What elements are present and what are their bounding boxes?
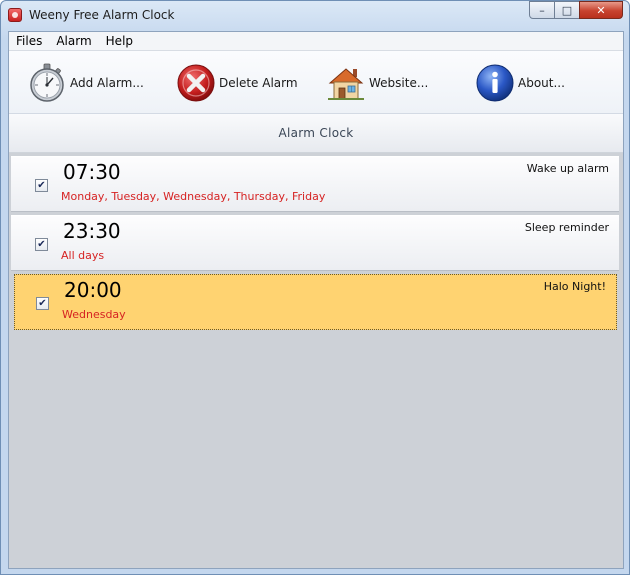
alarm-label: Halo Night!: [543, 280, 606, 293]
alarm-time: 07:30: [63, 160, 121, 184]
close-icon: ✕: [596, 3, 606, 17]
alarm-days: Wednesday: [62, 308, 126, 321]
house-icon: [326, 63, 366, 103]
about-label: About...: [518, 76, 565, 90]
delete-alarm-button[interactable]: Delete Alarm: [176, 62, 298, 104]
alarm-enabled-checkbox[interactable]: ✔: [36, 297, 49, 310]
section-header: Alarm Clock: [9, 114, 623, 153]
alarm-time: 20:00: [64, 278, 122, 302]
section-title: Alarm Clock: [278, 126, 354, 140]
menu-bar: Files Alarm Help: [9, 32, 623, 51]
app-icon[interactable]: [8, 8, 22, 22]
maximize-icon: □: [561, 3, 573, 17]
close-button[interactable]: ✕: [579, 1, 623, 19]
add-alarm-button[interactable]: Add Alarm...: [27, 62, 144, 104]
alarm-row-selected[interactable]: ✔ 20:00 Wednesday Halo Night!: [14, 274, 617, 330]
alarm-row[interactable]: ✔ 23:30 All days Sleep reminder: [11, 215, 619, 271]
website-button[interactable]: Website...: [326, 62, 428, 104]
alarm-list: ✔ 07:30 Monday, Tuesday, Wednesday, Thur…: [9, 153, 623, 568]
alarm-time: 23:30: [63, 219, 121, 243]
delete-alarm-label: Delete Alarm: [219, 76, 298, 90]
alarm-row[interactable]: ✔ 07:30 Monday, Tuesday, Wednesday, Thur…: [11, 156, 619, 212]
alarm-enabled-checkbox[interactable]: ✔: [35, 238, 48, 251]
window-controls: – □ ✕: [529, 1, 623, 21]
client-area: Files Alarm Help Add Alarm... Delete Ala…: [8, 31, 624, 569]
minimize-icon: –: [539, 3, 545, 17]
menu-alarm[interactable]: Alarm: [49, 32, 98, 50]
alarm-days: Monday, Tuesday, Wednesday, Thursday, Fr…: [61, 190, 326, 203]
app-window: Weeny Free Alarm Clock – □ ✕ Files Alarm…: [0, 0, 630, 575]
info-icon: [475, 63, 515, 103]
minimize-button[interactable]: –: [529, 1, 555, 19]
alarm-label: Sleep reminder: [524, 221, 609, 234]
stopwatch-icon: [27, 63, 67, 103]
add-alarm-label: Add Alarm...: [70, 76, 144, 90]
title-bar[interactable]: Weeny Free Alarm Clock – □ ✕: [1, 1, 629, 31]
maximize-button[interactable]: □: [554, 1, 580, 19]
toolbar: Add Alarm... Delete Alarm Website... Abo…: [9, 51, 623, 114]
about-button[interactable]: About...: [475, 62, 565, 104]
menu-help[interactable]: Help: [99, 32, 140, 50]
alarm-enabled-checkbox[interactable]: ✔: [35, 179, 48, 192]
alarm-label: Wake up alarm: [526, 162, 609, 175]
alarm-days: All days: [61, 249, 105, 262]
delete-x-icon: [176, 63, 216, 103]
website-label: Website...: [369, 76, 429, 90]
menu-files[interactable]: Files: [9, 32, 49, 50]
window-title: Weeny Free Alarm Clock: [29, 8, 175, 22]
